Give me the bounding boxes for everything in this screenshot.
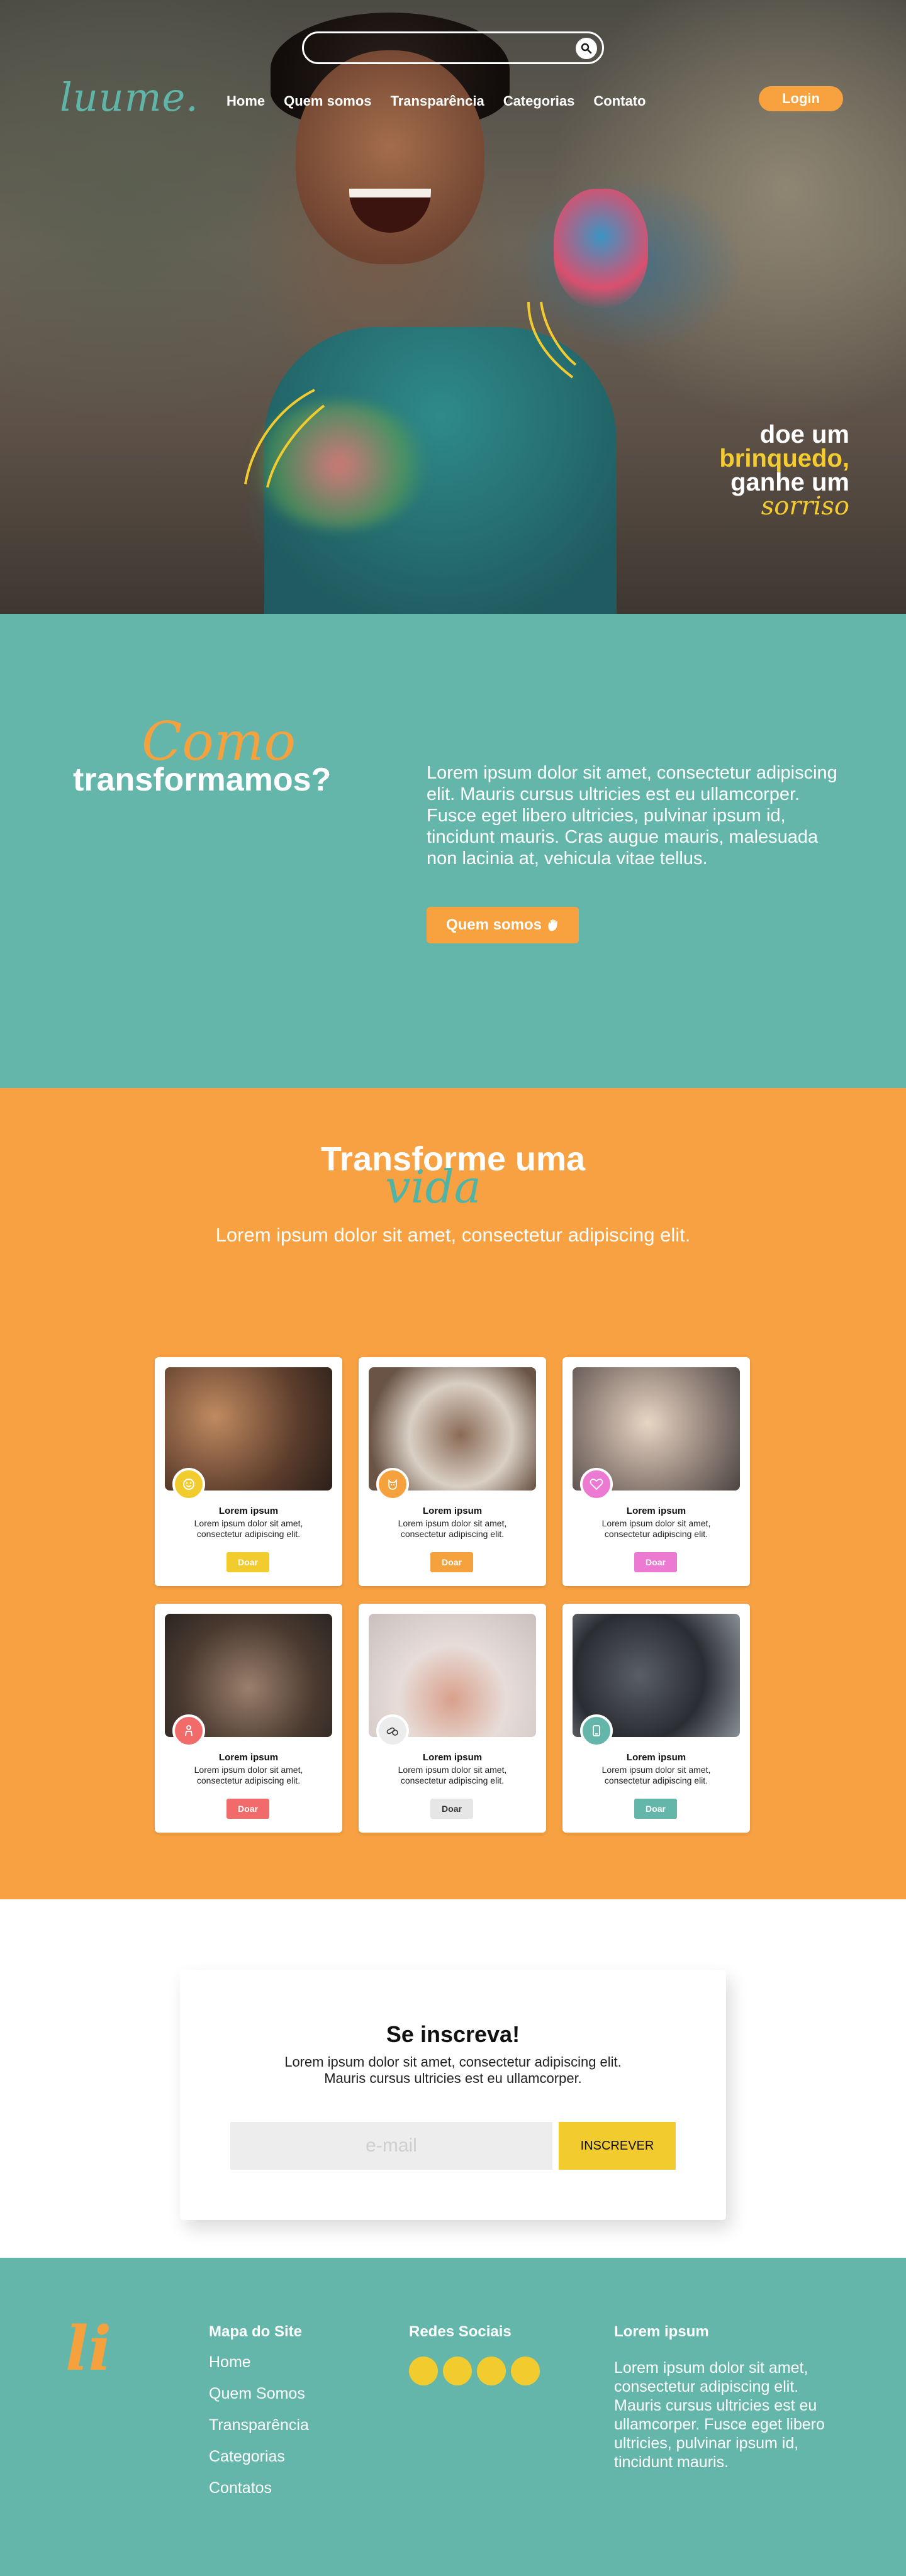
card-badge bbox=[376, 1468, 409, 1501]
card-title: Lorem ipsum bbox=[626, 1752, 686, 1763]
donate-script-word: vida bbox=[385, 1160, 481, 1213]
heart-icon bbox=[590, 1479, 603, 1491]
hand-icon bbox=[548, 919, 558, 931]
quem-somos-label: Quem somos bbox=[445, 916, 542, 933]
main-nav: Home Quem somos Transparência Categorias… bbox=[226, 93, 646, 109]
card-title: Lorem ipsum bbox=[218, 1752, 279, 1763]
subscribe-title: Se inscreva! bbox=[386, 2021, 520, 2047]
nav-quem-somos[interactable]: Quem somos bbox=[284, 93, 371, 109]
site-logo[interactable]: luume. bbox=[60, 74, 199, 120]
search-bar[interactable] bbox=[302, 31, 604, 64]
footer-logo[interactable]: li bbox=[65, 2313, 111, 2384]
search-icon bbox=[581, 43, 592, 54]
subscribe-text: Lorem ipsum dolor sit amet, consectetur … bbox=[284, 2054, 622, 2086]
footer-link-contatos[interactable]: Contatos bbox=[209, 2479, 272, 2497]
doar-button[interactable]: Doar bbox=[634, 1799, 677, 1819]
hero-squiggle-decoration-right bbox=[527, 301, 577, 379]
card-text: Lorem ipsum dolor sit amet, consectetur … bbox=[601, 1765, 711, 1785]
nav-categorias[interactable]: Categorias bbox=[503, 93, 575, 109]
donation-card: Lorem ipsum Lorem ipsum dolor sit amet, … bbox=[155, 1604, 342, 1833]
card-title: Lorem ipsum bbox=[422, 1752, 483, 1763]
email-field[interactable] bbox=[230, 2122, 552, 2170]
donation-card: Lorem ipsum Lorem ipsum dolor sit amet, … bbox=[562, 1604, 750, 1833]
card-badge bbox=[376, 1714, 409, 1747]
social-icon[interactable] bbox=[477, 2357, 506, 2385]
about-text: Lorem ipsum dolor sit amet, consectetur … bbox=[427, 763, 837, 869]
card-title: Lorem ipsum bbox=[422, 1506, 483, 1516]
hero-squiggle-decoration bbox=[244, 389, 325, 488]
login-button[interactable]: Login bbox=[759, 86, 843, 111]
about-footer-text: Lorem ipsum dolor sit amet, consectetur … bbox=[614, 2359, 825, 2471]
inscrever-button[interactable]: INSCREVER bbox=[559, 2122, 676, 2170]
donation-card: Lorem ipsum Lorem ipsum dolor sit amet, … bbox=[562, 1357, 750, 1586]
hero-tagline: doe um brinquedo, ganhe um sorriso bbox=[661, 421, 849, 521]
social-icon[interactable] bbox=[443, 2357, 472, 2385]
card-badge bbox=[172, 1714, 205, 1747]
card-text: Lorem ipsum dolor sit amet, consectetur … bbox=[194, 1518, 303, 1539]
children-icon bbox=[183, 1479, 194, 1490]
card-text: Lorem ipsum dolor sit amet, consectetur … bbox=[194, 1765, 303, 1785]
nav-contato[interactable]: Contato bbox=[593, 93, 646, 109]
search-button[interactable] bbox=[576, 38, 597, 59]
tagline-line-1: doe um bbox=[759, 421, 849, 448]
hero-photo-waving-hand bbox=[554, 189, 648, 308]
tagline-script: sorriso bbox=[761, 492, 849, 521]
card-text: Lorem ipsum dolor sit amet, consectetur … bbox=[601, 1518, 711, 1539]
logo-text: luume. bbox=[60, 74, 199, 120]
footer-link-home[interactable]: Home bbox=[209, 2353, 251, 2372]
subscribe-card: Se inscreva! Lorem ipsum dolor sit amet,… bbox=[180, 1970, 726, 2220]
doar-button[interactable]: Doar bbox=[226, 1799, 269, 1819]
footer-link-transparencia[interactable]: Transparência bbox=[209, 2416, 309, 2434]
doar-button[interactable]: Doar bbox=[226, 1552, 269, 1572]
elderly-icon bbox=[185, 1725, 193, 1736]
recycle-icon bbox=[593, 1725, 600, 1736]
doar-button[interactable]: Doar bbox=[430, 1799, 473, 1819]
pills-icon bbox=[386, 1727, 398, 1736]
sitemap-title: Mapa do Site bbox=[209, 2323, 303, 2340]
social-icon[interactable] bbox=[511, 2357, 540, 2385]
tagline-line-3: ganhe um bbox=[730, 469, 849, 496]
nav-home[interactable]: Home bbox=[226, 93, 265, 109]
card-badge bbox=[172, 1468, 205, 1501]
card-badge bbox=[580, 1468, 613, 1501]
social-title: Redes Sociais bbox=[409, 2323, 512, 2340]
card-text: Lorem ipsum dolor sit amet, consectetur … bbox=[398, 1765, 507, 1785]
about-heading: transformamos? bbox=[73, 762, 332, 798]
tagline-line-2: brinquedo, bbox=[719, 445, 849, 472]
social-icon[interactable] bbox=[409, 2357, 438, 2385]
footer: li Mapa do Site Home Quem Somos Transpar… bbox=[0, 2258, 906, 2576]
footer-link-categorias[interactable]: Categorias bbox=[209, 2448, 285, 2466]
doar-button[interactable]: Doar bbox=[634, 1552, 677, 1572]
search-input[interactable] bbox=[316, 40, 556, 57]
donation-card: Lorem ipsum Lorem ipsum dolor sit amet, … bbox=[359, 1357, 546, 1586]
about-footer-title: Lorem ipsum bbox=[614, 2323, 709, 2340]
donate-subtitle: Lorem ipsum dolor sit amet, consectetur … bbox=[215, 1224, 691, 1246]
card-title: Lorem ipsum bbox=[626, 1506, 686, 1516]
footer-link-quem-somos[interactable]: Quem Somos bbox=[209, 2385, 305, 2403]
doar-button[interactable]: Doar bbox=[430, 1552, 473, 1572]
card-title: Lorem ipsum bbox=[218, 1506, 279, 1516]
quem-somos-button[interactable]: Quem somos bbox=[427, 907, 579, 943]
card-text: Lorem ipsum dolor sit amet, consectetur … bbox=[398, 1518, 507, 1539]
donation-card: Lorem ipsum Lorem ipsum dolor sit amet, … bbox=[155, 1357, 342, 1586]
donation-card: Lorem ipsum Lorem ipsum dolor sit amet, … bbox=[359, 1604, 546, 1833]
nav-transparencia[interactable]: Transparência bbox=[391, 93, 484, 109]
dog-icon bbox=[388, 1479, 397, 1490]
card-badge bbox=[580, 1714, 613, 1747]
